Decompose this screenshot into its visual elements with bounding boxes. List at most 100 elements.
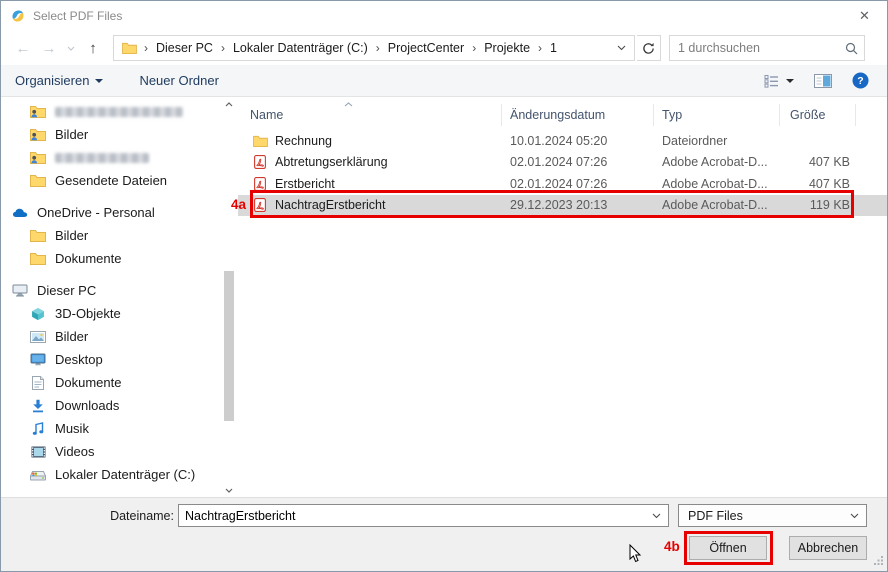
column-headers: Name Änderungsdatum Typ Größe	[238, 97, 887, 126]
column-header-date[interactable]: Änderungsdatum	[502, 104, 654, 126]
folder-icon	[120, 42, 138, 54]
sidebar-item-label: OneDrive - Personal	[37, 205, 155, 220]
file-row-nachtragerstbericht-selected[interactable]: NachtragErstbericht 29.12.2023 20:13 Ado…	[238, 195, 887, 217]
sidebar-item-dokumente-onedrive[interactable]: Dokumente	[1, 247, 238, 270]
scroll-up-icon[interactable]	[225, 97, 233, 111]
sidebar-item-lokaler-datentraeger[interactable]: Lokaler Datenträger (C:)	[1, 463, 238, 486]
shared-folder-icon	[29, 105, 47, 118]
open-file-dialog: Select PDF Files ✕ ← → ↑ › Dieser PC › L…	[0, 0, 888, 572]
sidebar-scrollbar[interactable]	[222, 97, 236, 497]
filename-combobox[interactable]	[178, 504, 669, 527]
forward-button[interactable]: →	[37, 40, 61, 57]
file-name: NachtragErstbericht	[275, 198, 385, 212]
filetype-dropdown[interactable]: PDF Files	[678, 504, 867, 527]
pdf-icon	[252, 198, 268, 212]
help-button[interactable]: ?	[852, 72, 869, 89]
sidebar-item-downloads[interactable]: Downloads	[1, 394, 238, 417]
file-row-abtretungserklaerung[interactable]: Abtretungserklärung 02.01.2024 07:26 Ado…	[238, 152, 887, 174]
column-header-name[interactable]: Name	[238, 104, 502, 126]
navigation-bar: ← → ↑ › Dieser PC › Lokaler Datenträger …	[1, 31, 887, 65]
sidebar-item-bilder-pc[interactable]: Bilder	[1, 325, 238, 348]
breadcrumb-separator: ›	[370, 41, 386, 55]
sort-ascending-icon	[344, 96, 353, 110]
breadcrumb-item[interactable]: Projekte	[482, 41, 532, 55]
search-input[interactable]	[678, 41, 845, 55]
breadcrumb-item[interactable]: ProjectCenter	[386, 41, 466, 55]
file-name: Rechnung	[275, 134, 332, 148]
file-size: 407 KB	[780, 155, 856, 169]
sidebar-item-dieser-pc[interactable]: Dieser PC	[1, 279, 238, 302]
file-date: 29.12.2023 20:13	[502, 198, 654, 212]
filetype-value: PDF Files	[688, 509, 743, 523]
search-box[interactable]	[669, 35, 865, 61]
address-bar[interactable]: › Dieser PC › Lokaler Datenträger (C:) ›…	[113, 35, 635, 61]
computer-icon	[11, 284, 29, 297]
refresh-button[interactable]	[637, 35, 661, 61]
scrollbar-thumb[interactable]	[224, 271, 234, 421]
column-label: Größe	[790, 108, 825, 122]
title-bar: Select PDF Files ✕	[1, 1, 887, 31]
open-button[interactable]: Öffnen	[689, 536, 767, 560]
sidebar-item-desktop[interactable]: Desktop	[1, 348, 238, 371]
file-type: Adobe Acrobat-D...	[654, 177, 780, 191]
back-button[interactable]: ←	[11, 40, 35, 57]
scroll-down-icon[interactable]	[225, 483, 233, 497]
sidebar-item-label: Downloads	[55, 398, 119, 413]
annotation-label-4b: 4b	[664, 539, 680, 554]
pdf-icon	[252, 155, 268, 169]
filename-label: Dateiname:	[1, 509, 174, 523]
film-icon	[29, 446, 47, 458]
pdf-icon	[252, 177, 268, 191]
breadcrumb-item[interactable]: 1	[548, 41, 559, 55]
download-arrow-icon	[29, 399, 47, 413]
search-icon[interactable]	[845, 42, 858, 55]
organize-label: Organisieren	[15, 73, 89, 88]
sidebar-item-musik[interactable]: Musik	[1, 417, 238, 440]
sidebar-item-bilder-shared[interactable]: Bilder	[1, 123, 238, 146]
organize-menu-button[interactable]: Organisieren	[15, 73, 103, 88]
svg-text:?: ?	[857, 75, 863, 87]
file-date: 10.01.2024 05:20	[502, 134, 654, 148]
preview-pane-button[interactable]	[814, 74, 832, 88]
music-note-icon	[29, 422, 47, 436]
breadcrumb-separator: ›	[466, 41, 482, 55]
sidebar-item-label: 3D-Objekte	[55, 306, 121, 321]
sidebar-item-redacted[interactable]	[1, 100, 238, 123]
breadcrumb-separator: ›	[532, 41, 548, 55]
resize-grip[interactable]	[873, 555, 884, 569]
breadcrumb-item[interactable]: Dieser PC	[154, 41, 215, 55]
sidebar-item-onedrive[interactable]: OneDrive - Personal	[1, 201, 238, 224]
change-view-button[interactable]	[764, 74, 794, 88]
scrollbar-track[interactable]	[222, 111, 236, 483]
file-size: 407 KB	[780, 177, 856, 191]
file-row-rechnung[interactable]: Rechnung 10.01.2024 05:20 Dateiordner	[238, 130, 887, 152]
breadcrumb-item[interactable]: Lokaler Datenträger (C:)	[231, 41, 370, 55]
column-header-type[interactable]: Typ	[654, 104, 780, 126]
pictures-icon	[29, 331, 47, 343]
close-button[interactable]: ✕	[842, 2, 887, 31]
recent-locations-chevron-icon[interactable]	[63, 46, 79, 51]
app-icon	[10, 8, 26, 24]
main-content: Bilder Gesendete Dateien OneDrive - Pers…	[1, 97, 887, 497]
chevron-down-icon[interactable]	[652, 513, 668, 519]
sidebar-item-gesendete-dateien[interactable]: Gesendete Dateien	[1, 169, 238, 192]
breadcrumb-separator: ›	[138, 41, 154, 55]
breadcrumb-separator: ›	[215, 41, 231, 55]
sidebar-item-dokumente-pc[interactable]: Dokumente	[1, 371, 238, 394]
folder-icon	[29, 252, 47, 265]
file-size: 119 KB	[780, 198, 856, 212]
address-dropdown-chevron-icon[interactable]	[617, 45, 630, 51]
chevron-down-icon[interactable]	[850, 513, 866, 519]
sidebar-item-3d-objekte[interactable]: 3D-Objekte	[1, 302, 238, 325]
command-bar: Organisieren Neuer Ordner	[1, 65, 887, 97]
cancel-button[interactable]: Abbrechen	[789, 536, 867, 560]
new-folder-button[interactable]: Neuer Ordner	[139, 73, 218, 88]
chevron-down-icon	[95, 79, 103, 83]
column-header-size[interactable]: Größe	[780, 104, 856, 126]
up-button[interactable]: ↑	[81, 40, 105, 57]
sidebar-item-videos[interactable]: Videos	[1, 440, 238, 463]
sidebar-item-redacted[interactable]	[1, 146, 238, 169]
file-row-erstbericht[interactable]: Erstbericht 02.01.2024 07:26 Adobe Acrob…	[238, 173, 887, 195]
sidebar-item-bilder-onedrive[interactable]: Bilder	[1, 224, 238, 247]
filename-input[interactable]	[179, 509, 652, 523]
